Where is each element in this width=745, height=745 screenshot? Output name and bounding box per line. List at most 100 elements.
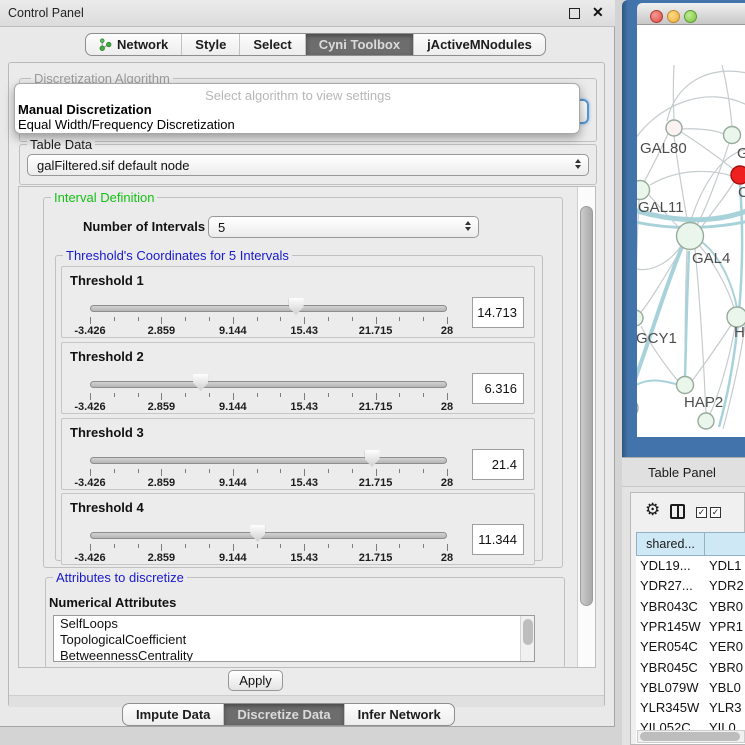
threshold-slider-track[interactable] <box>90 457 447 464</box>
attributes-scrollbar-thumb[interactable] <box>523 619 533 645</box>
tab-infer-network[interactable]: Infer Network <box>345 704 454 725</box>
close-icon[interactable]: ✕ <box>592 4 604 21</box>
table-row-cell[interactable]: YBR045C <box>640 660 698 675</box>
table-panel-titlebar: Table Panel <box>622 457 745 487</box>
slider-tick <box>423 544 424 548</box>
GAL11-node[interactable] <box>637 181 650 200</box>
table-row-cell[interactable]: YDL1 <box>709 558 742 573</box>
minimize-light-icon[interactable] <box>667 10 680 23</box>
algorithm-option-equal-width-frequency[interactable]: Equal Width/Frequency Discretization <box>18 117 578 132</box>
table-row-cell[interactable]: YDR27... <box>640 578 693 593</box>
tab-cyni-toolbox[interactable]: Cyni Toolbox <box>306 34 414 55</box>
network-canvas[interactable]: GAL80GACGAL11GAL4GCY1HHAP2 <box>637 25 745 437</box>
attribute-list-item[interactable]: BetweennessCentrality <box>54 648 534 662</box>
table-horizontal-scrollbar[interactable] <box>637 730 745 743</box>
network-edge <box>650 171 732 185</box>
slider-tick <box>114 317 115 321</box>
slider-tick <box>185 393 186 397</box>
threshold-slider-track[interactable] <box>90 381 447 388</box>
table-row-cell[interactable]: YLR345W <box>640 700 699 715</box>
slider-tick-label: 9.144 <box>219 325 247 337</box>
top-right-node[interactable] <box>724 127 741 144</box>
zoom-light-icon[interactable] <box>684 10 697 23</box>
attribute-list-item[interactable]: TopologicalCoefficient <box>54 632 534 648</box>
tab-jactivemnodules[interactable]: jActiveMNodules <box>414 34 545 55</box>
threshold-value-field[interactable]: 6.316 <box>472 373 524 404</box>
settings-scrollbar[interactable] <box>577 187 595 667</box>
table-row-cell[interactable]: YLR3 <box>709 700 742 715</box>
table-hscrollbar-thumb[interactable] <box>640 732 740 741</box>
threshold-value-field[interactable]: 21.4 <box>472 449 524 480</box>
table-data-combobox[interactable]: galFiltered.sif default node <box>27 154 589 176</box>
float-icon[interactable] <box>569 8 580 19</box>
GCY1-node[interactable] <box>637 310 643 326</box>
HAP2-node[interactable] <box>677 377 694 394</box>
slider-tick <box>280 393 281 397</box>
table-row-cell[interactable]: YDL19... <box>640 558 691 573</box>
table-row-cell[interactable]: YPR145W <box>640 619 701 634</box>
threshold-slider-thumb[interactable] <box>193 374 208 391</box>
algorithm-option-manual-discretization[interactable]: Manual Discretization <box>18 102 578 117</box>
gear-icon[interactable]: ⚙ <box>645 500 660 520</box>
table-row-cell[interactable]: YPR1 <box>709 619 743 634</box>
threshold-panel-3: Threshold 3-3.4262.8599.14415.4321.71528… <box>61 418 535 490</box>
slider-tick <box>304 469 305 476</box>
slider-tick <box>423 469 424 473</box>
column-header-name[interactable]: n <box>704 532 745 556</box>
slider-tick-label: -3.426 <box>74 552 105 564</box>
bottom-node[interactable] <box>698 413 714 429</box>
checkbox-checked-icon[interactable]: ✓ <box>710 507 721 518</box>
network-edge-highlighted <box>637 247 682 387</box>
threshold-slider-track[interactable] <box>90 532 447 539</box>
close-light-icon[interactable] <box>650 10 663 23</box>
threshold-value-field[interactable]: 11.344 <box>472 524 524 555</box>
tab-style[interactable]: Style <box>182 34 240 55</box>
apply-button[interactable]: Apply <box>228 670 283 691</box>
slider-tick <box>90 317 91 324</box>
network-window-titlebar[interactable] <box>637 3 745 25</box>
network-edge <box>697 143 729 225</box>
slider-tick <box>138 469 139 473</box>
split-view-icon[interactable] <box>670 504 685 519</box>
table-row-cell[interactable]: YBR0 <box>709 660 743 675</box>
checkbox-checked-icon[interactable]: ✓ <box>696 507 707 518</box>
table-row-cell[interactable]: YBR0 <box>709 599 743 614</box>
table-row-cell[interactable]: YBL0 <box>709 680 741 695</box>
network-edge <box>673 65 674 120</box>
threshold-slider-thumb[interactable] <box>365 450 380 467</box>
table-row-cell[interactable]: YER054C <box>640 639 698 654</box>
table-row-cell[interactable]: YER0 <box>709 639 743 654</box>
node-table[interactable]: shared...n YDL19... YDL1 YDR27... YDR2 YBR043… <box>636 532 745 744</box>
number-of-intervals-label: Number of Intervals <box>83 219 205 234</box>
GAL80-node[interactable] <box>666 120 682 136</box>
threshold-slider-thumb[interactable] <box>289 298 304 315</box>
tab-impute-data[interactable]: Impute Data <box>123 704 224 725</box>
tab-select[interactable]: Select <box>240 34 305 55</box>
threshold-value-field[interactable]: 14.713 <box>472 297 524 328</box>
threshold-panel-2: Threshold 2-3.4262.8599.14415.4321.71528… <box>61 342 535 414</box>
numerical-attributes-list[interactable]: SelfLoopsTopologicalCoefficientBetweenne… <box>53 615 535 662</box>
settings-scrollbar-thumb[interactable] <box>580 206 593 606</box>
slider-tick <box>304 393 305 400</box>
red-node[interactable] <box>731 166 745 184</box>
number-of-intervals-combobox[interactable]: 5 <box>208 216 479 238</box>
attribute-list-item[interactable]: SelfLoops <box>54 616 534 632</box>
table-row-cell[interactable]: YBL079W <box>640 680 699 695</box>
tab-network[interactable]: Network <box>86 34 182 55</box>
GAL4-node[interactable] <box>677 223 704 250</box>
bottom-left-node[interactable] <box>637 399 638 417</box>
slider-tick <box>328 317 329 321</box>
node-label-C: C <box>738 184 745 201</box>
attributes-list-scrollbar[interactable] <box>520 616 534 661</box>
threshold-slider-track[interactable] <box>90 305 447 312</box>
slider-tick-label: 28 <box>441 477 453 489</box>
column-header-shared-name[interactable]: shared... <box>636 532 705 556</box>
threshold-slider-thumb[interactable] <box>250 525 265 542</box>
attributes-group-title: Attributes to discretize <box>53 570 187 585</box>
tab-discretize-data[interactable]: Discretize Data <box>224 704 344 725</box>
table-row-cell[interactable]: YDR2 <box>709 578 744 593</box>
table-row-cell[interactable]: YBR043C <box>640 599 698 614</box>
slider-tick-label: -3.426 <box>74 477 105 489</box>
slider-tick <box>209 317 210 321</box>
slider-tick <box>280 469 281 473</box>
